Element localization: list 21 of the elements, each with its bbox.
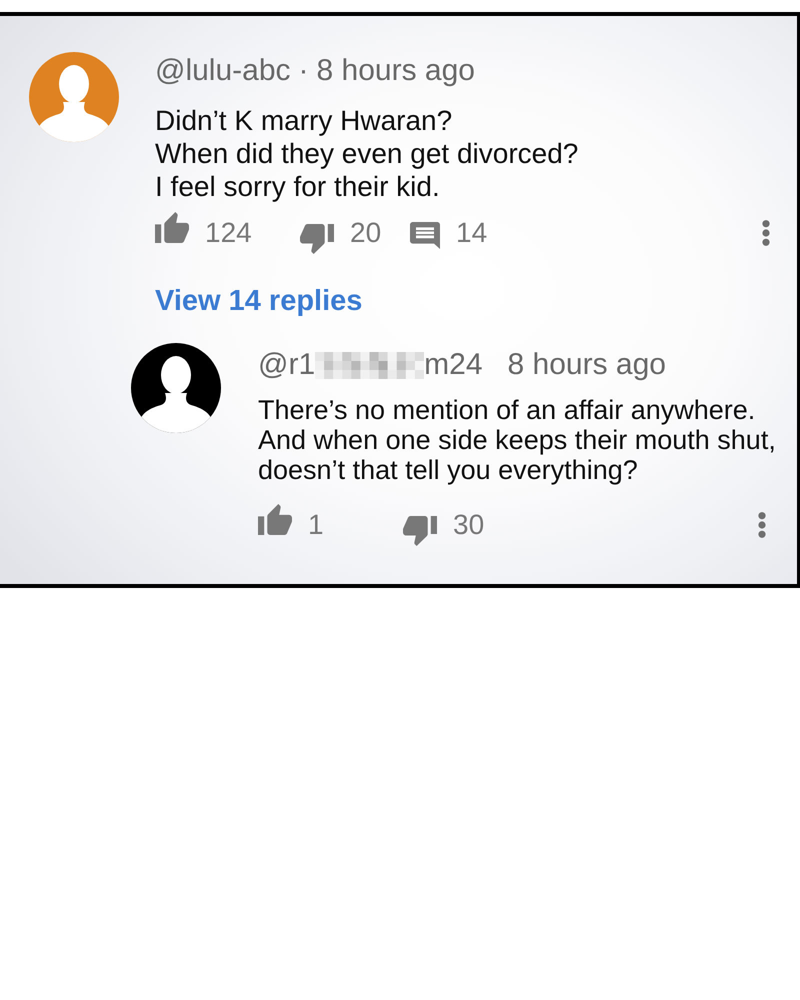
- like-count: 124: [205, 216, 252, 250]
- dislike-count: 30: [453, 508, 484, 542]
- thumbs-down-icon[interactable]: [403, 516, 437, 546]
- dislike-count: 20: [350, 216, 382, 250]
- username: @r1: [258, 347, 316, 383]
- kebab-menu-icon[interactable]: [762, 220, 770, 246]
- thumbs-down-icon[interactable]: [300, 224, 334, 254]
- thumbs-up-icon[interactable]: [258, 504, 292, 535]
- timestamp: 8 hours ago: [508, 347, 666, 383]
- reply-count: 14: [456, 216, 488, 250]
- username: @lulu-abc: [155, 53, 291, 89]
- view-replies-link[interactable]: View 14 replies: [155, 283, 362, 319]
- speech-bubble-icon[interactable]: [410, 222, 440, 249]
- comment-text: Didn’t K marry Hwaran? When did they even get divorced? I feel sorry for their kid.: [155, 104, 580, 203]
- timestamp: 8 hours ago: [316, 53, 475, 89]
- separator-dot: ·: [298, 53, 309, 89]
- comment-text: There’s no mention of an affair anywhere. And when one side keeps their mouth shut, doesn’t that tell you everything?: [258, 395, 777, 485]
- kebab-menu-icon[interactable]: [758, 512, 766, 538]
- username: m24: [424, 347, 482, 383]
- like-count: 1: [308, 508, 324, 542]
- thumbs-up-icon[interactable]: [155, 212, 189, 243]
